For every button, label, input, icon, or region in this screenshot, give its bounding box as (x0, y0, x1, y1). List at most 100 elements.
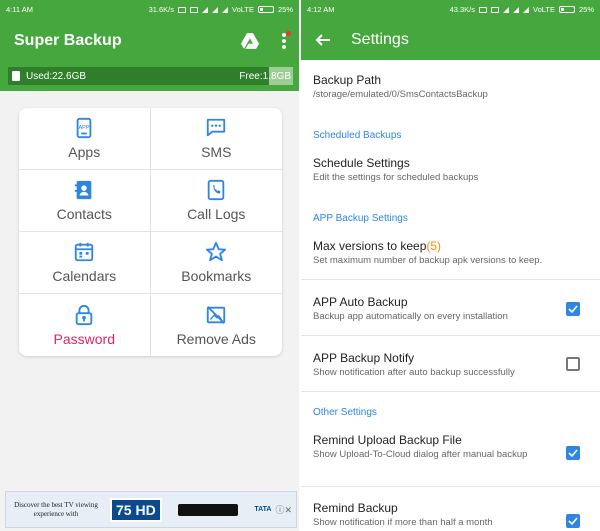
pref-backup-path[interactable]: Backup Path /storage/emulated/0/SmsConta… (313, 73, 600, 101)
wifi-icon (503, 6, 510, 13)
pref-max-versions[interactable]: Max versions to keep(5) Set maximum numb… (313, 239, 600, 267)
pref-title: APP Auto Backup (313, 295, 408, 309)
vibrate-icon (190, 6, 199, 13)
status-bar: 4:11 AM 31.6K/s VoLTE 25% (0, 0, 299, 19)
grid-item-contacts[interactable]: Contacts (19, 170, 151, 232)
battery-icon (558, 6, 575, 13)
status-time: 4:12 AM (307, 5, 335, 14)
auto-backup-checkbox[interactable] (566, 302, 580, 316)
status-bar: 4:12 AM 43.3K/s VoLTE 25% (301, 0, 600, 19)
signal-icon (212, 6, 219, 13)
grid-label-apps: Apps (68, 144, 101, 160)
battery-icon (257, 6, 274, 13)
pref-remind-backup[interactable]: Remind Backup Show notification if more … (313, 501, 550, 529)
status-time: 4:11 AM (6, 5, 33, 14)
star-icon (206, 241, 227, 262)
battery-level: 25% (277, 5, 293, 14)
apps-icon: APP (76, 117, 92, 139)
ad-close-icon[interactable]: ⓘ✕ (275, 503, 292, 516)
call-logs-icon (208, 179, 225, 201)
svg-text:APP: APP (79, 125, 90, 131)
pref-title: APP Backup Notify (313, 351, 415, 365)
grid-label-contacts: Contacts (56, 206, 112, 222)
pref-summary: Show Upload-To-Cloud dialog after manual… (313, 449, 528, 460)
pref-summary: Set maximum number of backup apk version… (313, 255, 543, 266)
divider (301, 391, 600, 392)
ad-badge: 75 HD (110, 497, 162, 522)
grid-item-bookmarks[interactable]: Bookmarks (150, 232, 282, 294)
pref-title: Remind Upload Backup File (313, 433, 462, 447)
grid-item-calendars[interactable]: Calendars (19, 232, 151, 294)
pref-title: Schedule Settings (313, 156, 410, 170)
pref-title: Backup Path (313, 73, 382, 87)
calendar-icon (75, 242, 94, 262)
bluetooth-icon (479, 6, 488, 13)
super-backup-screen: 4:11 AM 31.6K/s VoLTE 25% Super Backup U… (0, 0, 299, 531)
grid-label-password: Password (53, 330, 115, 347)
app-title: Super Backup (14, 32, 122, 49)
ad-brand: TATA (254, 506, 272, 513)
set-top-box-image (177, 503, 238, 516)
storage-free: Free:1.8GB (239, 70, 291, 82)
divider (301, 486, 600, 487)
network-type: VoLTE (232, 5, 254, 14)
signal-icon-2 (523, 6, 530, 13)
app-bar: Settings (301, 19, 600, 60)
pref-summary: Backup app automatically on every instal… (313, 311, 508, 322)
network-type: VoLTE (533, 5, 555, 14)
wifi-icon (202, 6, 209, 13)
grid-item-password[interactable]: Password (19, 294, 151, 356)
sd-card-icon (12, 71, 20, 81)
section-other-settings: Other Settings (313, 407, 377, 418)
grid-item-remove-ads[interactable]: Remove Ads (151, 294, 283, 356)
vibrate-icon (491, 6, 500, 13)
grid-item-apps[interactable]: APP Apps (19, 108, 151, 170)
grid-label-remove-ads: Remove Ads (176, 330, 256, 347)
remind-backup-checkbox[interactable] (566, 514, 580, 528)
overflow-menu-icon[interactable] (281, 31, 291, 50)
storage-bar: Used:22.6GB Free:1.8GB (0, 63, 299, 91)
max-versions-value: (5) (426, 239, 442, 253)
no-ads-icon (207, 305, 226, 324)
signal-icon-2 (222, 6, 229, 13)
network-speed: 31.6K/s (148, 5, 175, 14)
google-drive-icon[interactable] (241, 33, 259, 49)
contacts-icon (75, 180, 92, 200)
grid-item-call-logs[interactable]: Call Logs (150, 170, 282, 232)
settings-screen: 4:12 AM 43.3K/s VoLTE 25% Settings Backu… (301, 0, 600, 531)
backup-category-grid: APP Apps SMS Contacts Call Logs Calendar… (19, 108, 282, 356)
storage-used: Used:22.6GB (26, 70, 87, 82)
pref-remind-upload[interactable]: Remind Upload Backup File Show Upload-To… (313, 433, 550, 461)
divider (301, 279, 600, 280)
pref-app-backup-notify[interactable]: APP Backup Notify Show notification afte… (313, 351, 600, 379)
section-app-backup-settings: APP Backup Settings (313, 213, 408, 224)
pref-app-auto-backup[interactable]: APP Auto Backup Backup app automatically… (313, 295, 600, 323)
ad-banner[interactable]: Discover the best TV viewing experience … (5, 491, 297, 528)
sms-icon (207, 118, 226, 137)
pref-summary: Show notification after auto backup succ… (313, 367, 515, 378)
grid-label-bookmarks: Bookmarks (181, 268, 252, 284)
remind-upload-checkbox[interactable] (566, 446, 580, 460)
backup-notify-checkbox[interactable] (566, 357, 580, 371)
page-title: Settings (351, 30, 409, 48)
grid-item-sms[interactable]: SMS (150, 108, 282, 170)
network-speed: 43.3K/s (449, 5, 476, 14)
app-bar: Super Backup (0, 19, 299, 63)
back-arrow-icon[interactable] (315, 32, 331, 48)
pref-summary: /storage/emulated/0/SmsContactsBackup (313, 89, 488, 100)
pref-title: Max versions to keep (313, 239, 427, 253)
bluetooth-icon (178, 6, 187, 13)
grid-label-calendars: Calendars (52, 268, 117, 284)
signal-icon (513, 6, 520, 13)
lock-icon (76, 304, 93, 325)
divider (301, 335, 600, 336)
pref-summary: Edit the settings for scheduled backups (313, 172, 479, 183)
ad-text: Discover the best TV viewing experience … (14, 500, 98, 518)
grid-label-sms: SMS (201, 144, 232, 160)
section-scheduled-backups: Scheduled Backups (313, 130, 402, 141)
pref-title: Remind Backup (313, 501, 398, 515)
pref-summary: Show notification if more than half a mo… (313, 517, 493, 528)
pref-schedule-settings[interactable]: Schedule Settings Edit the settings for … (313, 156, 600, 184)
battery-level: 25% (578, 5, 594, 14)
grid-label-call-logs: Call Logs (187, 206, 246, 222)
